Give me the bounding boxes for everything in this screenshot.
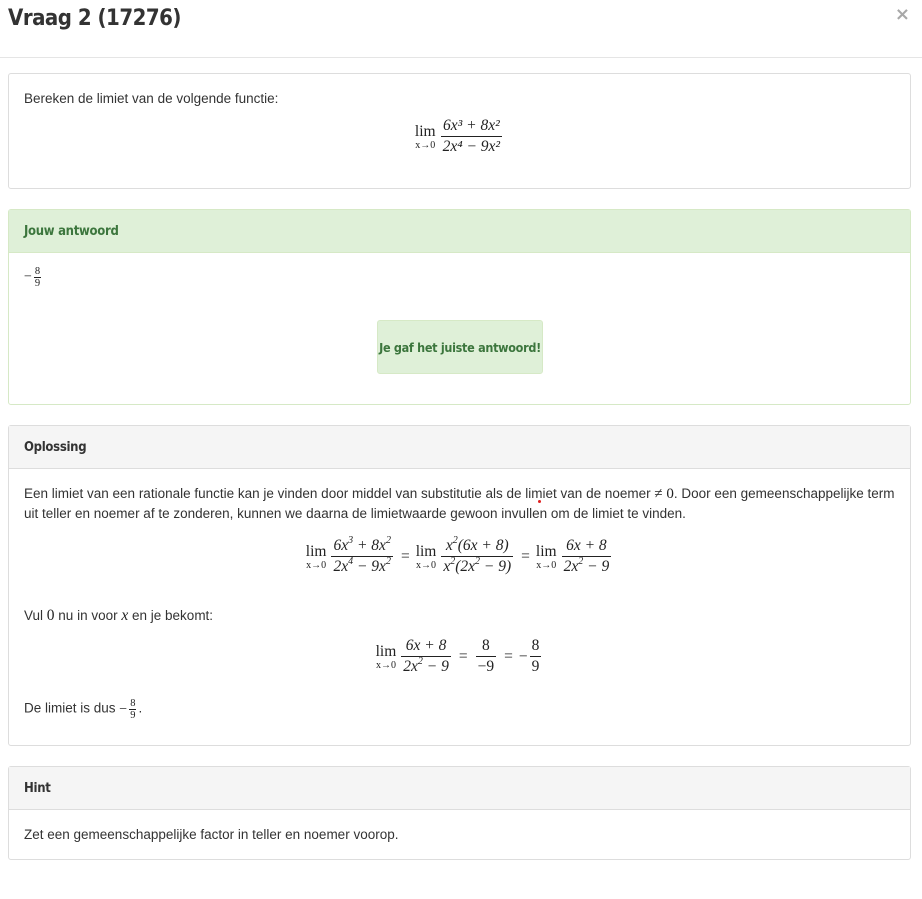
red-dot-marker [538,500,541,503]
question-prompt: Bereken de limiet van de volgende functi… [24,91,279,106]
question-panel: Bereken de limiet van de volgende functi… [8,73,911,189]
correct-feedback-badge: Je gaf het juiste antwoord! [377,320,543,374]
solution-formula-1: lim x→0 6x3 + 8x2 2x4 − 9x2 = lim x→0 x2(6x… [305,535,612,575]
limit-operator: lim x→0 [414,123,436,151]
solution-formula-2: lim x→0 6x + 8 2x2 − 9 = 8 −9 = −8 9 [375,637,542,675]
hint-text: Zet een gemeenschappelijke factor in tel… [24,827,399,842]
close-icon[interactable]: × [895,4,910,25]
answer-panel: Jouw antwoord −8 9 Je gaf het juiste antw… [8,209,911,405]
modal-title: Vraag 2 (17276) [8,6,181,31]
question-formula: lim x→0 6x³ + 8x² 2x⁴ − 9x² [24,117,895,156]
modal-header: Vraag 2 (17276) × [0,0,922,58]
given-answer: −8 9 [24,266,42,289]
solution-panel: Oplossing Een limiet van een rationale f… [8,425,911,746]
solution-paragraph-1: Een limiet van een rationale functie kan… [24,486,895,521]
solution-paragraph-2: Vul 0 nu in voor x en je bekomt: [24,607,214,624]
solution-conclusion: De limiet is dus −8 9. [24,698,143,721]
hint-panel-heading: Hint [9,767,910,810]
solution-panel-heading: Oplossing [9,426,910,469]
question-fraction: 6x³ + 8x² 2x⁴ − 9x² [440,117,503,155]
hint-panel: Hint Zet een gemeenschappelijke factor i… [8,766,911,860]
answer-panel-heading: Jouw antwoord [9,210,910,253]
